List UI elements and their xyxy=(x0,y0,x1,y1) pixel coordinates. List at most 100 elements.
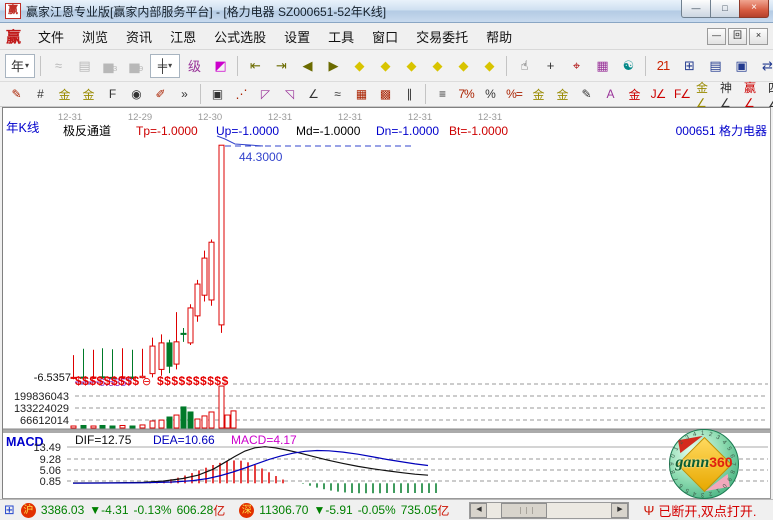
chart-canvas[interactable]: 12-3112-2912-3012-3112-3112-3112-31年K线极反… xyxy=(3,108,770,498)
gann-box-icon[interactable]: ▣ xyxy=(206,85,228,104)
fan-rays-icon[interactable]: ⋰ xyxy=(230,85,252,104)
menu-item[interactable]: 浏览 xyxy=(73,23,117,50)
gold-grid2-icon[interactable]: 金 xyxy=(77,85,99,104)
gann-tool-icon[interactable]: ▦ xyxy=(590,55,614,77)
child-close-button[interactable]: × xyxy=(749,28,768,45)
spiral-icon[interactable]: ◉ xyxy=(125,85,147,104)
retrace7-icon[interactable]: 7% xyxy=(455,85,477,104)
gann-grid-icon[interactable]: # xyxy=(29,85,51,104)
menu-item[interactable]: 帮助 xyxy=(477,23,521,50)
level-icon[interactable]: 级 xyxy=(182,55,206,77)
child-minimize-button[interactable]: — xyxy=(707,28,726,45)
marker-pen-icon[interactable]: ✐ xyxy=(149,85,171,104)
fan-box2-icon[interactable]: ◹ xyxy=(278,85,300,104)
notes-icon[interactable]: ▤ xyxy=(703,55,727,77)
menu-item[interactable]: 设置 xyxy=(275,23,319,50)
menu-item[interactable]: 窗口 xyxy=(363,23,407,50)
bars-3-icon[interactable]: ▅₃ xyxy=(98,55,122,77)
window-title: 赢家江恩专业版[赢家内部服务平台] - [格力电器 SZ000651-52年K线… xyxy=(26,3,386,20)
angle-gold-icon[interactable]: 金∠ xyxy=(695,85,717,104)
scroll-left-arrow[interactable]: ◀ xyxy=(470,503,487,518)
maximize-button[interactable]: □ xyxy=(710,0,740,18)
diamond-scroll-left-icon[interactable]: ◆ xyxy=(347,55,371,77)
angle-shen-icon[interactable]: 神∠ xyxy=(719,85,741,104)
macd-axis-label: 13.49 xyxy=(33,442,61,454)
colorful-chart-icon[interactable]: ◩ xyxy=(208,55,232,77)
draw-brush-icon[interactable]: ✎ xyxy=(5,85,27,104)
diamond-zoom-in-icon[interactable]: ◆ xyxy=(399,55,423,77)
indicator-param: Up=-1.0000 xyxy=(216,124,279,138)
diamond-expand-icon[interactable]: ◆ xyxy=(451,55,475,77)
diamond-full-icon[interactable]: ◆ xyxy=(477,55,501,77)
fan-box-icon[interactable]: ◸ xyxy=(254,85,276,104)
calculator-icon[interactable]: ⊞ xyxy=(677,55,701,77)
period-selector[interactable]: 年▾ xyxy=(5,54,35,78)
wave-channel-icon[interactable]: A xyxy=(599,85,621,104)
ai-brain-icon[interactable]: ☯ xyxy=(616,55,640,77)
angle-win-icon[interactable]: 赢∠ xyxy=(743,85,765,104)
wave-icon[interactable]: ≈ xyxy=(326,85,348,104)
calendar-grid-icon[interactable]: ⊞ xyxy=(4,502,15,518)
export-icon[interactable]: ⇄ xyxy=(755,55,773,77)
date-label: 12-30 xyxy=(198,112,222,123)
volume-bar xyxy=(209,412,214,428)
gold-grid-icon[interactable]: 金 xyxy=(53,85,75,104)
candle xyxy=(219,145,224,325)
gold-lines-icon[interactable]: 金 xyxy=(551,85,573,104)
next-icon[interactable]: ▶ xyxy=(321,55,345,77)
dense-grid-icon[interactable]: ▦ xyxy=(350,85,372,104)
prev-icon[interactable]: ◀ xyxy=(295,55,319,77)
child-restore-button[interactable]: 回 xyxy=(728,28,747,45)
close-button[interactable]: × xyxy=(739,0,769,18)
go-last-icon[interactable]: ⇥ xyxy=(269,55,293,77)
menu-item[interactable]: 文件 xyxy=(29,23,73,50)
volume-bar xyxy=(181,407,186,428)
logo-360-text: 360 xyxy=(709,454,732,470)
crosshair-icon[interactable]: + xyxy=(538,55,562,77)
menu-item[interactable]: 江恩 xyxy=(161,23,205,50)
go-first-icon[interactable]: ⇤ xyxy=(243,55,267,77)
candle-style-selector[interactable]: ╪▾ xyxy=(150,54,180,78)
angle-four-icon[interactable]: 四∠ xyxy=(767,85,773,104)
market-summary: 沪3386.03▼-4.31-0.13%606.28亿 xyxy=(21,502,225,519)
menu-item[interactable]: 公式选股 xyxy=(205,23,275,50)
hand-pan-icon[interactable]: ☝ xyxy=(512,55,536,77)
angle-lines-icon[interactable]: ∠ xyxy=(302,85,324,104)
percent-lines-icon[interactable]: %= xyxy=(503,85,525,104)
gold-red-icon[interactable]: 金 xyxy=(623,85,645,104)
percent-icon[interactable]: % xyxy=(479,85,501,104)
price-ruler-icon[interactable]: F xyxy=(101,85,123,104)
menu-item[interactable]: 资讯 xyxy=(117,23,161,50)
bars-9-icon[interactable]: ▅₉ xyxy=(124,55,148,77)
scroll-right-arrow[interactable]: ▶ xyxy=(611,503,628,518)
report-icon[interactable]: ▤ xyxy=(72,55,96,77)
brush2-icon[interactable]: ✎ xyxy=(575,85,597,104)
indicator-param: Bt=-1.0000 xyxy=(449,124,508,138)
menu-items: 文件浏览资讯江恩公式选股设置工具窗口交易委托帮助 xyxy=(29,23,521,50)
volume-bar xyxy=(174,415,179,428)
scale-bars-icon[interactable]: ≡ xyxy=(431,85,453,104)
candle xyxy=(159,343,164,370)
calendar-icon[interactable]: 21 xyxy=(651,55,675,77)
scrollbar-thumb[interactable] xyxy=(501,503,547,518)
save-icon[interactable]: ▣ xyxy=(729,55,753,77)
menu-item[interactable]: 工具 xyxy=(319,23,363,50)
gold-circle-icon[interactable]: 金 xyxy=(527,85,549,104)
antenna-icon: Ψ xyxy=(643,503,654,518)
menu-item[interactable]: 交易委托 xyxy=(407,23,477,50)
candle xyxy=(209,242,214,300)
volume-bar xyxy=(219,386,224,428)
overflow-chevron[interactable]: » xyxy=(173,85,195,104)
magnify-icon[interactable]: ⌖ xyxy=(564,55,588,77)
minimize-button[interactable]: — xyxy=(681,0,711,18)
diamond-scroll-right-icon[interactable]: ◆ xyxy=(373,55,397,77)
zigzag-icon[interactable]: ≈ xyxy=(46,55,70,77)
angle-j-icon[interactable]: J∠ xyxy=(647,85,669,104)
macd-value-label: MACD=4.17 xyxy=(231,433,297,447)
title-bar[interactable]: 赢 赢家江恩专业版[赢家内部服务平台] - [格力电器 SZ000651-52年… xyxy=(0,0,773,23)
dense-grid2-icon[interactable]: ▩ xyxy=(374,85,396,104)
diamond-zoom-out-icon[interactable]: ◆ xyxy=(425,55,449,77)
angle-f-icon[interactable]: F∠ xyxy=(671,85,693,104)
hatch-icon[interactable]: ∥ xyxy=(398,85,420,104)
horizontal-scrollbar[interactable]: ◀ ▶ xyxy=(469,502,629,519)
